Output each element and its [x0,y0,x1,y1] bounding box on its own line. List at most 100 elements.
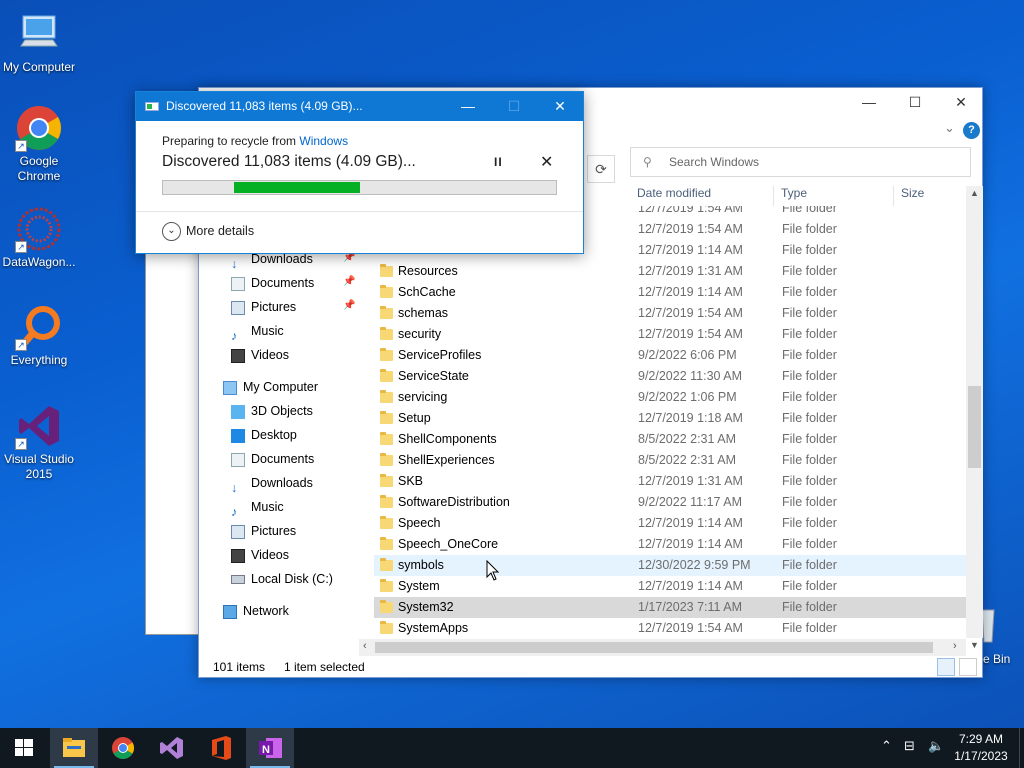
network-tray-icon[interactable]: ⊟ [904,738,915,754]
desktop-icon-label: DataWagon... [2,255,76,269]
ribbon-expand-chevron-icon[interactable]: ⌄ [944,120,955,136]
taskbar-office[interactable] [197,728,245,768]
dialog-minimize-button[interactable]: — [445,92,491,121]
scroll-up-icon[interactable]: ▲ [970,188,979,198]
nav-item-local-disk[interactable]: Local Disk (C:) [231,568,333,590]
volume-icon[interactable]: 🔈 [928,738,944,754]
recycle-progress-dialog[interactable]: Discovered 11,083 items (4.09 GB)... — ☐… [135,91,584,254]
nav-item-documents[interactable]: Documents [231,272,314,294]
column-size[interactable]: Size [901,186,924,200]
minimize-button[interactable]: — [846,88,892,118]
list-item[interactable]: SystemApps 12/7/2019 1:54 AM File folder [374,618,966,636]
desktop-icon-visual-studio[interactable]: ↗ Visual Studio 2015 [0,402,78,482]
list-item[interactable]: ShellComponents 8/5/2022 2:31 AM File fold… [374,429,966,450]
folder-icon [380,495,393,508]
list-item[interactable]: schemas 12/7/2019 1:54 AM File folder [374,303,966,324]
pin-icon[interactable]: 📌 [343,276,355,287]
scroll-right-icon[interactable]: › [953,640,957,652]
pictures-icon [231,300,245,315]
list-item[interactable]: SKB 12/7/2019 1:31 AM File folder [374,471,966,492]
nav-item-my-computer[interactable]: My Computer [223,376,318,398]
dialog-titlebar[interactable]: Discovered 11,083 items (4.09 GB)... — ☐… [136,92,583,121]
list-item[interactable]: symbols 12/30/2022 9:59 PM File folder [374,555,966,576]
show-desktop-button[interactable] [1019,728,1024,768]
desktop-icon-everything[interactable]: ↗ Everything [0,303,78,368]
source-folder-link[interactable]: Windows [299,134,348,148]
column-date-modified[interactable]: Date modified [637,186,711,200]
date-cell: 12/7/2019 1:14 AM [638,537,743,551]
list-item[interactable]: servicing 9/2/2022 1:06 PM File folder [374,387,966,408]
desktop-icon-datawagon[interactable]: ↗ DataWagon... [0,205,78,270]
operation-prefix: Preparing to recycle from [162,134,300,148]
list-item[interactable]: System32 1/17/2023 7:11 AM File folder [374,597,966,618]
nav-item-videos[interactable]: Videos [231,344,289,366]
nav-item-documents-pc[interactable]: Documents [231,448,314,470]
name-cell: System [398,579,440,593]
nav-item-network[interactable]: Network [223,600,289,622]
taskbar-visual-studio[interactable] [148,728,196,768]
onenote-icon: N [259,738,282,758]
visual-studio-icon: ↗ [15,402,63,450]
show-hidden-icons-chevron[interactable]: ⌃ [881,738,892,754]
pin-icon[interactable]: 📌 [343,300,355,311]
list-item[interactable]: ServiceState 9/2/2022 11:30 AM File folder [374,366,966,387]
help-icon[interactable]: ? [963,122,980,139]
taskbar-file-explorer[interactable] [50,728,98,768]
file-list: 12/7/2019 1:54 AM File folder 12/7/2019 … [374,206,966,636]
nav-item-pictures-pc[interactable]: Pictures [231,520,296,542]
nav-item-3d-objects[interactable]: 3D Objects [231,400,313,422]
cancel-button[interactable]: ✕ [540,152,553,172]
start-button[interactable] [0,728,48,768]
clock-time: 7:29 AM [958,732,1004,746]
desktop-icon-my-computer[interactable]: My Computer [0,10,78,75]
desktop-icon-chrome[interactable]: ↗ Google Chrome [0,104,78,184]
search-input[interactable]: ⚲ Search Windows [630,147,971,177]
list-item[interactable]: Setup 12/7/2019 1:18 AM File folder [374,408,966,429]
list-item[interactable]: security 12/7/2019 1:54 AM File folder [374,324,966,345]
details-view-icon[interactable] [937,658,955,676]
dialog-close-button[interactable]: ✕ [537,92,583,121]
list-item[interactable]: SoftwareDistribution 9/2/2022 11:17 AM Fil… [374,492,966,513]
horizontal-scrollbar[interactable]: ‹ › [359,639,966,656]
vertical-scroll-thumb[interactable] [968,386,981,468]
recycle-bin-icon[interactable] [980,606,1000,646]
nav-item-music-pc[interactable]: ♪ Music [231,496,284,519]
nav-label: Documents [251,276,315,290]
more-details-button[interactable]: ⌄ More details [162,221,254,242]
scroll-left-icon[interactable]: ‹ [363,640,367,652]
3d-objects-icon [231,404,245,419]
nav-item-pictures[interactable]: Pictures [231,296,296,318]
list-item[interactable]: ShellExperiences 8/5/2022 2:31 AM File fol… [374,450,966,471]
taskbar-chrome[interactable] [99,728,147,768]
folder-icon [380,306,393,319]
nav-label: Downloads [251,252,313,266]
vertical-scrollbar[interactable]: ▲ [966,186,983,638]
computer-icon [223,380,237,395]
list-item[interactable]: ServiceProfiles 9/2/2022 6:06 PM File fold… [374,345,966,366]
list-item[interactable]: Speech_OneCore 12/7/2019 1:14 AM File fold… [374,534,966,555]
dialog-title: Discovered 11,083 items (4.09 GB)... [166,99,363,113]
nav-item-videos-pc[interactable]: Videos [231,544,289,566]
type-cell: File folder [782,306,837,320]
scroll-down-icon[interactable]: ▼ [970,640,979,650]
nav-item-downloads-pc[interactable]: ↓ Downloads [231,472,313,495]
name-cell: security [398,327,442,341]
maximize-button[interactable]: ☐ [892,88,938,118]
column-type[interactable]: Type [781,186,807,200]
list-item[interactable]: Resources 12/7/2019 1:31 AM File folder [374,261,966,282]
file-operation-icon [145,102,159,111]
refresh-button[interactable]: ⟳ [587,155,615,183]
name-cell: ServiceProfiles [398,348,482,362]
nav-item-music[interactable]: ♪ Music [231,320,284,343]
list-item[interactable]: SchCache 12/7/2019 1:14 AM File folder [374,282,966,303]
list-item[interactable]: Speech 12/7/2019 1:14 AM File folder [374,513,966,534]
horizontal-scroll-thumb[interactable] [375,642,933,653]
large-icons-view-icon[interactable] [959,658,977,676]
pause-button[interactable]: II [494,155,503,169]
close-button[interactable]: ✕ [938,88,984,118]
taskbar-onenote[interactable]: N [246,728,294,768]
system-clock[interactable]: 7:29 AM 1/17/2023 [948,731,1014,765]
type-cell: File folder [782,206,837,215]
nav-item-desktop[interactable]: Desktop [231,424,297,446]
list-item[interactable]: System 12/7/2019 1:14 AM File folder [374,576,966,597]
